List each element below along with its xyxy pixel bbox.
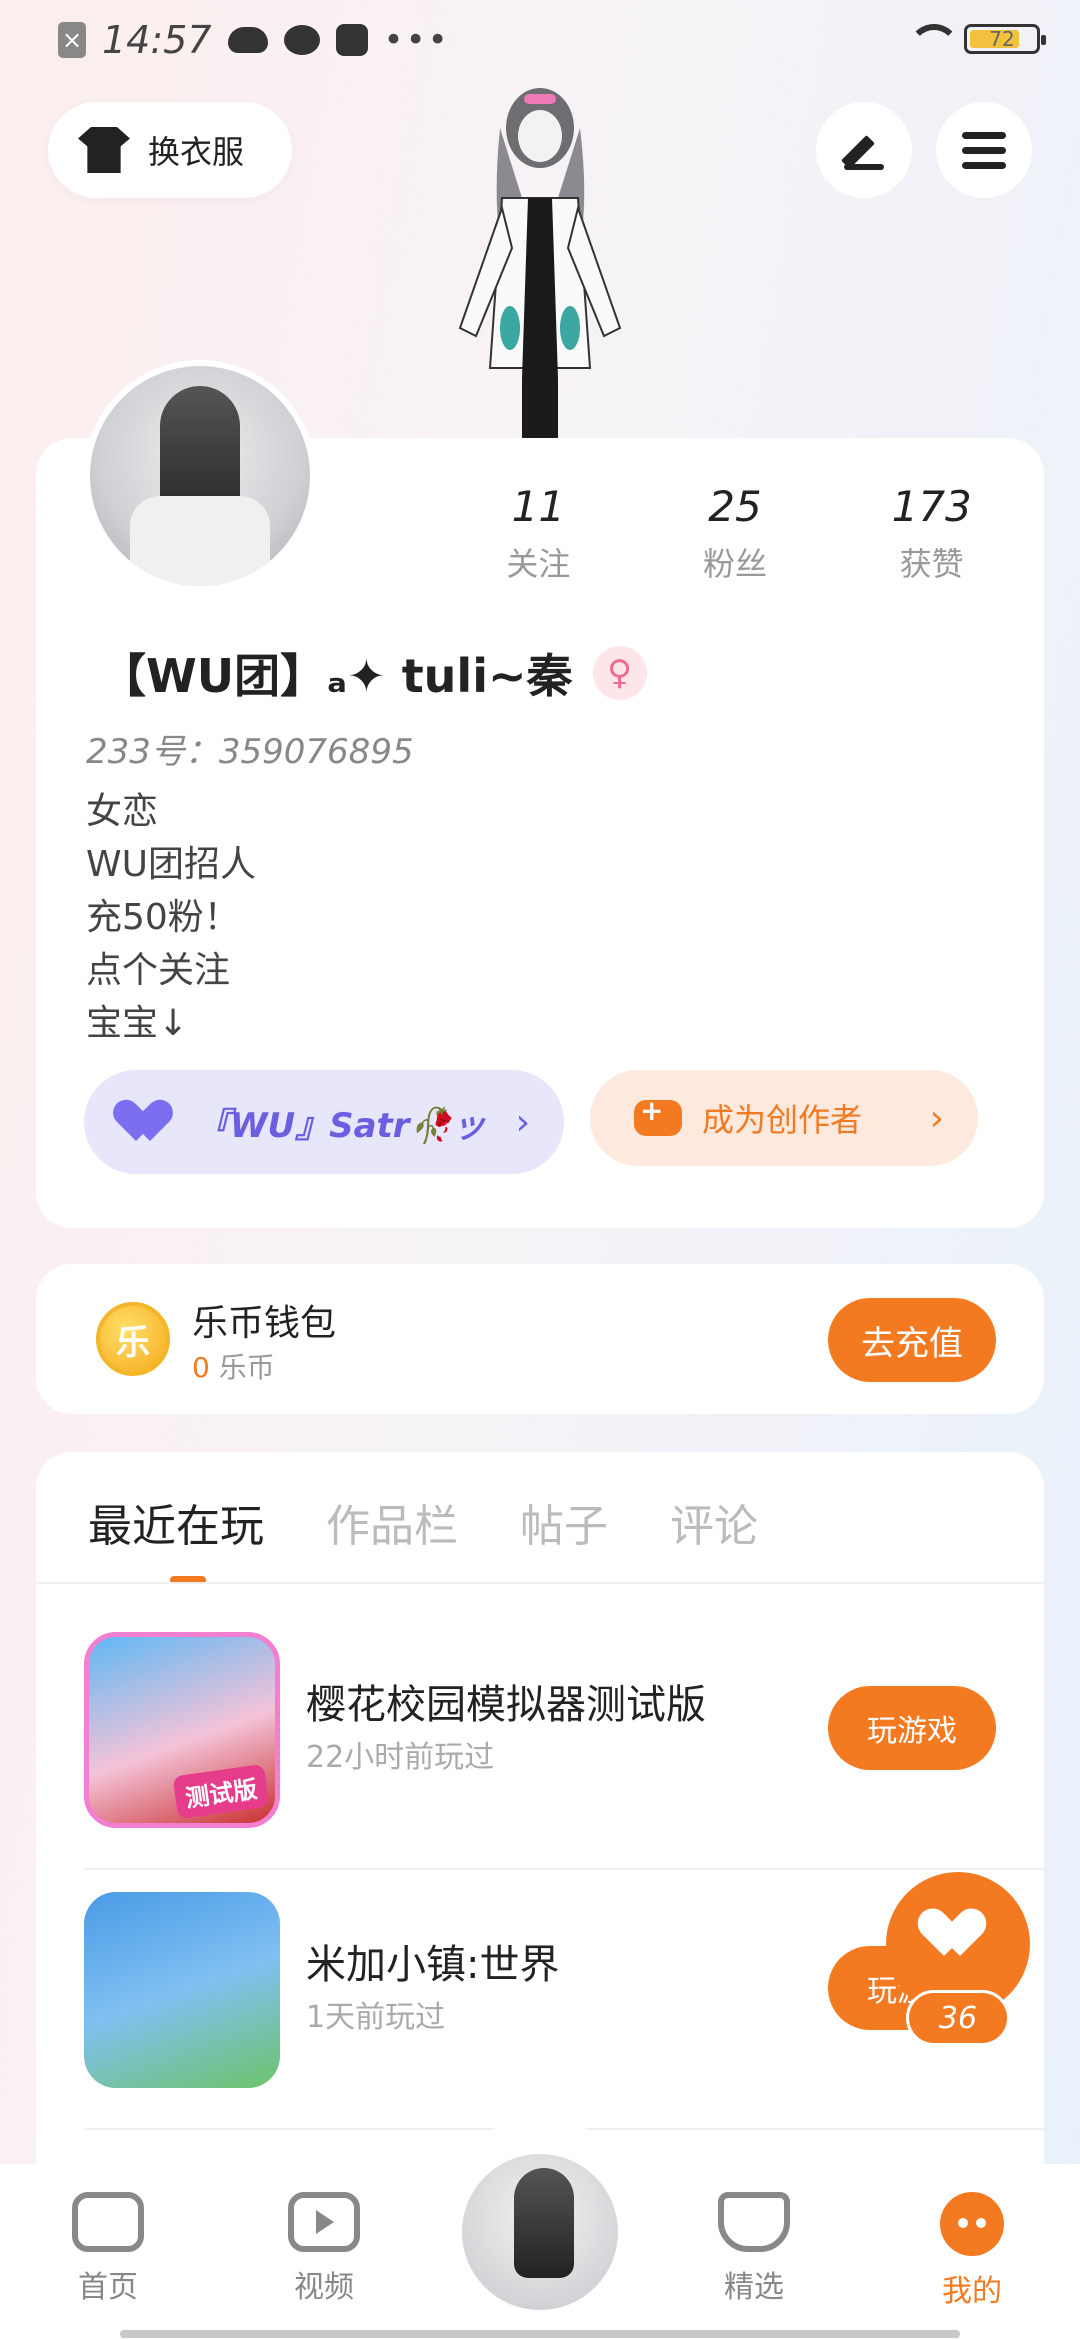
game-thumbnail[interactable]: 测试版: [84, 1632, 280, 1828]
avatar-image: [462, 2154, 618, 2310]
wallet-title: 乐币钱包: [192, 1303, 337, 1344]
stat-following[interactable]: 11 关注: [440, 482, 637, 585]
status-bar: × 14:57 ••• 72: [0, 0, 1080, 84]
change-outfit-button[interactable]: 换衣服: [48, 102, 292, 198]
gamepad-icon: [634, 1094, 682, 1136]
home-indicator[interactable]: [120, 2330, 960, 2338]
heart-badge-icon: [718, 2192, 790, 2252]
wallet-balance: 0 乐币: [192, 1346, 275, 1386]
stat-likes[interactable]: 173 获赞: [833, 482, 1030, 585]
stat-followers[interactable]: 25 粉丝: [637, 482, 834, 585]
wifi-icon: [906, 22, 960, 56]
nickname-row: 【WU团】ₐ✦ tuli~秦 ♀: [100, 640, 647, 706]
followers-count: 25: [708, 482, 762, 531]
avatar-character-figure[interactable]: [440, 78, 640, 438]
avatar-image: [90, 366, 310, 586]
nav-avatar-button[interactable]: [456, 2148, 624, 2316]
bio: 女恋 WU团招人 充50粉！ 点个关注 宝宝↓: [86, 785, 256, 1050]
recharge-button[interactable]: 去充值: [828, 1298, 996, 1382]
nickname: 【WU团】ₐ✦ tuli~秦: [100, 649, 573, 703]
become-creator-button[interactable]: 成为创作者 ›: [590, 1070, 978, 1166]
tab-posts[interactable]: 帖子: [520, 1490, 608, 1554]
wallet-amount: 0: [192, 1351, 210, 1384]
gamepad-icon: [72, 2192, 144, 2252]
coin-icon: 乐: [96, 1302, 170, 1376]
bio-line: 宝宝↓: [86, 1003, 189, 1044]
likes-count: 173: [891, 482, 972, 531]
following-label: 关注: [506, 545, 571, 583]
nav-me[interactable]: 我的: [912, 2192, 1032, 2310]
play-game-button[interactable]: 玩游戏: [828, 1686, 996, 1770]
following-count: 11: [511, 482, 566, 531]
bio-line: 充50粉！: [86, 897, 240, 938]
game-title: 樱花校园模拟器测试版: [306, 1682, 706, 1728]
user-avatar[interactable]: [84, 360, 316, 592]
tab-works[interactable]: 作品栏: [326, 1490, 458, 1554]
nav-home[interactable]: 首页: [48, 2192, 168, 2306]
game-thumbnail[interactable]: [84, 1892, 280, 2088]
battery-level: 72: [989, 27, 1015, 51]
guild-label: 『WU』Satr🥀ッ: [196, 1105, 486, 1146]
play-icon: [288, 2192, 360, 2252]
divider: [36, 1582, 1044, 1584]
status-left: × 14:57 •••: [58, 18, 450, 62]
female-gender-icon: ♀: [592, 646, 647, 700]
more-notifications-icon: •••: [383, 20, 450, 60]
music-app-icon: [335, 24, 368, 56]
become-creator-label: 成为创作者: [702, 1101, 863, 1139]
last-played: 1天前玩过: [306, 2000, 446, 2035]
wallet-card[interactable]: 乐 乐币钱包 0 乐币 去充值: [36, 1264, 1044, 1414]
bio-line: 点个关注: [86, 950, 231, 991]
bio-line: WU团招人: [86, 844, 256, 885]
status-right: 72: [906, 22, 1046, 56]
close-notification-icon: ×: [58, 22, 86, 58]
shirt-icon: [78, 127, 130, 173]
menu-button[interactable]: [936, 102, 1032, 198]
tab-comments[interactable]: 评论: [670, 1490, 758, 1554]
smiley-icon: [940, 2192, 1004, 2256]
status-time: 14:57: [102, 18, 212, 62]
content-tabs: 最近在玩 作品栏 帖子 评论: [88, 1490, 758, 1554]
divider: [84, 1868, 1044, 1870]
battery-icon: 72: [964, 24, 1046, 54]
chevron-right-icon: ›: [515, 1101, 530, 1143]
likes-label: 获赞: [899, 545, 964, 583]
cloud-icon: [227, 27, 268, 53]
heart-icon: [124, 1101, 172, 1143]
nav-video-label: 视频: [294, 2270, 354, 2305]
list-item[interactable]: 米加小镇:世界 1天前玩过 玩游戏: [84, 1892, 1044, 2130]
user-id[interactable]: 233号：359076895: [86, 724, 414, 773]
change-outfit-label: 换衣服: [148, 133, 245, 171]
bio-line: 女恋: [86, 791, 159, 832]
followers-label: 粉丝: [703, 545, 768, 583]
bottom-nav: 首页 视频 精选 我的: [0, 2120, 1080, 2340]
nav-video[interactable]: 视频: [264, 2192, 384, 2306]
tab-recently-played[interactable]: 最近在玩: [88, 1490, 264, 1554]
wallet-unit: 乐币: [218, 1351, 275, 1384]
list-item[interactable]: 测试版 樱花校园模拟器测试版 22小时前玩过 玩游戏: [84, 1632, 1044, 1870]
profile-stats: 11 关注 25 粉丝 173 获赞: [440, 482, 1030, 585]
chevron-right-icon: ›: [929, 1097, 944, 1139]
app-notification-icon: [283, 25, 320, 55]
nav-featured-label: 精选: [724, 2270, 784, 2305]
nav-me-label: 我的: [942, 2274, 1002, 2309]
pencil-icon: [844, 130, 884, 170]
like-count-badge: 36: [906, 1990, 1010, 2046]
beta-badge: 测试版: [172, 1763, 270, 1820]
edit-profile-button[interactable]: [816, 102, 912, 198]
nav-home-label: 首页: [78, 2270, 138, 2305]
guild-button[interactable]: 『WU』Satr🥀ッ ›: [84, 1070, 564, 1174]
game-title: 米加小镇:世界: [306, 1942, 560, 1988]
hamburger-icon: [962, 131, 1006, 169]
nav-featured[interactable]: 精选: [694, 2192, 814, 2306]
last-played: 22小时前玩过: [306, 1740, 495, 1775]
heart-icon: [930, 1910, 986, 1960]
